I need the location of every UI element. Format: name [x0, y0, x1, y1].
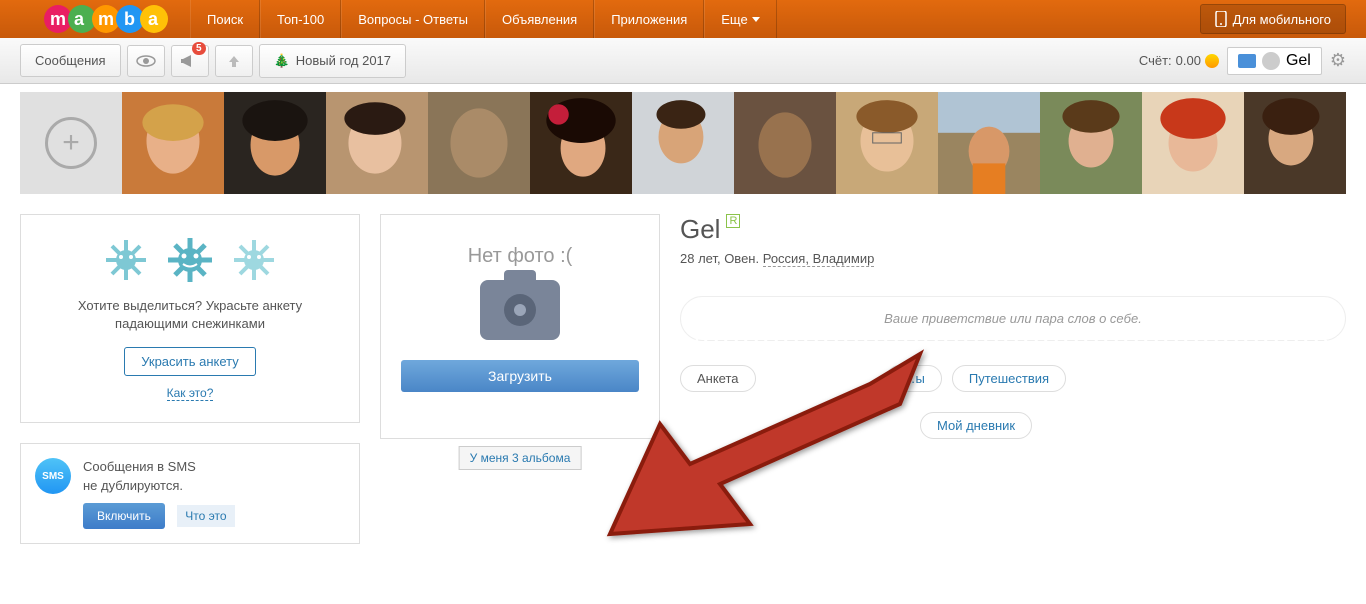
camera-mini-icon	[1238, 54, 1256, 68]
main-column: Нет фото :( Загрузить У меня 3 альбома G…	[380, 214, 1346, 439]
r-badge: R	[726, 214, 740, 228]
camera-icon	[480, 280, 560, 340]
profile-photo-card: Нет фото :( Загрузить У меня 3 альбома	[380, 214, 660, 439]
site-logo[interactable]: mamba	[40, 0, 180, 43]
photo-thumb[interactable]	[632, 92, 734, 194]
megaphone-icon	[181, 53, 199, 69]
svg-text:m: m	[98, 9, 114, 29]
settings-button[interactable]: ⚙	[1330, 50, 1346, 71]
nav-qa[interactable]: Вопросы - Ответы	[341, 0, 485, 38]
main-nav: Поиск Топ-100 Вопросы - Ответы Объявлени…	[190, 0, 777, 38]
nav-more[interactable]: Еще	[704, 0, 776, 38]
nav-top100[interactable]: Топ-100	[260, 0, 341, 38]
tab-anketa[interactable]: Анкета	[680, 365, 756, 392]
snowflake-promo: Хотите выделиться? Украсьте анкету падаю…	[20, 214, 360, 423]
snowflake-icon	[165, 235, 215, 285]
snowflake-icon	[229, 235, 279, 285]
account-balance[interactable]: Счёт: 0.00	[1139, 53, 1219, 68]
profile-meta: 28 лет, Овен. Россия, Владимир	[680, 251, 1346, 266]
svg-text:m: m	[50, 9, 66, 29]
eye-button[interactable]	[127, 45, 165, 77]
profile-info: GelR 28 лет, Овен. Россия, Владимир Ваше…	[680, 214, 1346, 439]
photo-thumb[interactable]	[836, 92, 938, 194]
no-photo-label: Нет фото :(	[401, 245, 639, 268]
sms-icon: SMS	[35, 458, 71, 494]
photo-thumb[interactable]	[530, 92, 632, 194]
eye-icon	[136, 55, 156, 67]
left-column: Хотите выделиться? Украсьте анкету падаю…	[20, 214, 360, 544]
svg-text:a: a	[148, 9, 159, 29]
photo-thumb[interactable]	[122, 92, 224, 194]
coin-icon	[1205, 54, 1219, 68]
photo-thumb[interactable]	[428, 92, 530, 194]
decorate-button[interactable]: Украсить анкету	[124, 347, 256, 376]
photo-thumb[interactable]	[224, 92, 326, 194]
toolbar: Сообщения 5 🎄Новый год 2017 Счёт: 0.00 G…	[0, 38, 1366, 84]
mobile-icon	[1215, 11, 1227, 27]
plus-icon: +	[45, 117, 97, 169]
tab-we[interactable]: …ы	[886, 365, 942, 392]
photo-thumb[interactable]	[1142, 92, 1244, 194]
top-header: mamba Поиск Топ-100 Вопросы - Ответы Объ…	[0, 0, 1366, 38]
tree-icon: 🎄	[274, 53, 290, 69]
add-photo-button[interactable]: +	[20, 92, 122, 194]
photo-thumb[interactable]	[938, 92, 1040, 194]
messages-button[interactable]: Сообщения	[20, 44, 121, 77]
nav-ads[interactable]: Объявления	[485, 0, 594, 38]
svg-text:a: a	[74, 9, 85, 29]
greeting-box[interactable]: Ваше приветствие или пара слов о себе.	[680, 296, 1346, 341]
profile-name: GelR	[680, 214, 1346, 245]
promo-text: Хотите выделиться? Украсьте анкету падаю…	[41, 297, 339, 333]
photo-strip: +	[0, 92, 1366, 194]
nav-apps[interactable]: Приложения	[594, 0, 704, 38]
user-box[interactable]: Gel	[1227, 47, 1322, 75]
tab-travel[interactable]: Путешествия	[952, 365, 1066, 392]
snowflake-icon	[101, 235, 151, 285]
up-button[interactable]	[215, 45, 253, 77]
albums-link[interactable]: У меня 3 альбома	[459, 446, 582, 470]
content-area: Хотите выделиться? Украсьте анкету падаю…	[0, 194, 1366, 564]
photo-thumb[interactable]	[326, 92, 428, 194]
photo-thumb[interactable]	[734, 92, 836, 194]
username-label: Gel	[1286, 52, 1311, 70]
nav-search[interactable]: Поиск	[190, 0, 260, 38]
up-arrow-icon	[227, 54, 241, 68]
svg-text:b: b	[124, 9, 135, 29]
notification-badge: 5	[192, 42, 206, 55]
vip-badge-icon	[1262, 52, 1280, 70]
promo-help-link[interactable]: Как это?	[167, 386, 214, 401]
tab-diary[interactable]: Мой дневник	[920, 412, 1032, 439]
new-year-button[interactable]: 🎄Новый год 2017	[259, 44, 406, 78]
photo-thumb[interactable]	[1244, 92, 1346, 194]
photo-thumb[interactable]	[1040, 92, 1142, 194]
chevron-down-icon	[752, 17, 760, 22]
mobile-button[interactable]: Для мобильного	[1200, 4, 1346, 34]
sms-promo: SMS Сообщения в SMSне дублируются. Включ…	[20, 443, 360, 543]
upload-button[interactable]: Загрузить	[401, 360, 639, 392]
sms-what-link[interactable]: Что это	[177, 505, 234, 527]
sms-text: Сообщения в SMSне дублируются.	[83, 458, 345, 494]
megaphone-button[interactable]: 5	[171, 45, 209, 77]
profile-tabs: Анкета …ы Путешествия Мой дневник	[680, 365, 1346, 439]
sms-enable-button[interactable]: Включить	[83, 503, 165, 529]
location-link[interactable]: Россия, Владимир	[763, 251, 875, 267]
